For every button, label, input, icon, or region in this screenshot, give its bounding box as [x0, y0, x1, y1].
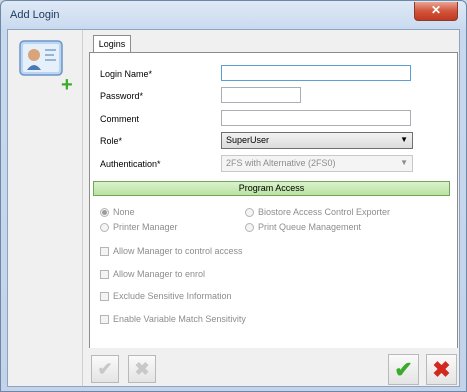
apply-button[interactable]: ✔	[91, 355, 119, 383]
title-bar: Add Login ✕	[1, 1, 466, 29]
checkbox-variable-match-label: Enable Variable Match Sensitivity	[113, 314, 246, 324]
plus-icon: +	[61, 74, 73, 96]
user-card-icon	[19, 40, 63, 76]
chevron-down-icon: ▼	[400, 135, 408, 144]
password-label: Password*	[100, 91, 144, 101]
checkbox-control-access-box[interactable]	[100, 247, 109, 256]
authentication-select[interactable]: 2FS with Alternative (2FS0) ▼	[221, 155, 413, 172]
option-printer-manager-label: Printer Manager	[113, 222, 178, 232]
logins-panel: Login Name* Password* Comment Role* Supe…	[89, 52, 458, 350]
checkbox-exclude-sensitive-label: Exclude Sensitive Information	[113, 291, 232, 301]
checkbox-exclude-sensitive[interactable]: Exclude Sensitive Information	[100, 291, 232, 301]
program-access-header: Program Access	[93, 181, 450, 196]
role-select[interactable]: SuperUser ▼	[221, 132, 413, 149]
close-button[interactable]: ✕	[414, 2, 458, 21]
comment-field[interactable]	[221, 110, 411, 126]
radio-biostore-exporter[interactable]	[245, 208, 254, 217]
check-icon: ✔	[97, 359, 113, 379]
dialog-body: + Logins Login Name* Password* Comment R…	[7, 29, 460, 387]
discard-button[interactable]: ✖	[128, 355, 156, 383]
cancel-button[interactable]: ✖	[426, 354, 457, 385]
left-panel: +	[8, 30, 83, 386]
radio-printer-manager[interactable]	[100, 223, 109, 232]
authentication-value: 2FS with Alternative (2FS0)	[226, 158, 336, 168]
authentication-label: Authentication*	[100, 159, 161, 169]
option-biostore-exporter-label: Biostore Access Control Exporter	[258, 207, 391, 217]
checkbox-variable-match-box[interactable]	[100, 315, 109, 324]
checkbox-variable-match[interactable]: Enable Variable Match Sensitivity	[100, 314, 246, 324]
option-printer-manager[interactable]: Printer Manager	[100, 222, 178, 232]
ok-button[interactable]: ✔	[388, 354, 419, 385]
checkbox-allow-enrol-label: Allow Manager to enrol	[113, 269, 206, 279]
checkbox-control-access[interactable]: Allow Manager to control access	[100, 246, 243, 256]
checkbox-allow-enrol[interactable]: Allow Manager to enrol	[100, 269, 205, 279]
window-title: Add Login	[10, 9, 60, 21]
button-bar: ✔ ✖ ✔ ✖	[89, 348, 458, 386]
login-name-field[interactable]	[221, 65, 411, 81]
comment-label: Comment	[100, 114, 140, 124]
option-print-queue-label: Print Queue Management	[258, 222, 362, 232]
radio-none[interactable]	[100, 208, 109, 217]
option-biostore-exporter[interactable]: Biostore Access Control Exporter	[245, 207, 390, 217]
cross-icon: ✖	[134, 359, 150, 379]
password-field[interactable]	[221, 87, 301, 103]
tab-logins[interactable]: Logins	[93, 35, 131, 53]
add-login-dialog: Add Login ✕ + Logins Login Name* Passwor…	[0, 0, 467, 392]
login-name-label: Login Name*	[100, 69, 153, 79]
checkbox-control-access-label: Allow Manager to control access	[113, 246, 243, 256]
cross-icon: ✖	[432, 357, 451, 382]
check-icon: ✔	[394, 357, 413, 382]
checkbox-allow-enrol-box[interactable]	[100, 270, 109, 279]
role-label: Role*	[100, 136, 123, 146]
radio-print-queue[interactable]	[245, 223, 254, 232]
chevron-down-icon: ▼	[400, 158, 408, 167]
role-value: SuperUser	[226, 135, 270, 145]
option-none[interactable]: None	[100, 207, 135, 217]
checkbox-exclude-sensitive-box[interactable]	[100, 292, 109, 301]
option-print-queue[interactable]: Print Queue Management	[245, 222, 361, 232]
option-none-label: None	[113, 207, 135, 217]
